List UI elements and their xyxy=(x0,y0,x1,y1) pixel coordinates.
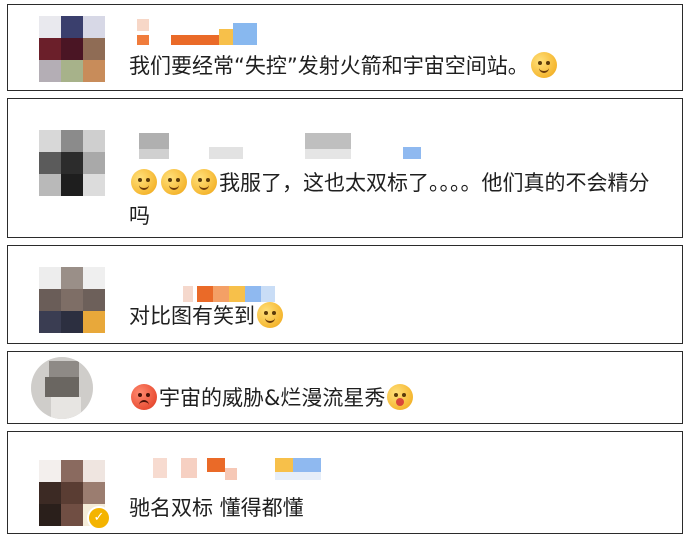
comment-body: 我们要经常“失控”发射火箭和宇宙空间站。 xyxy=(129,54,529,78)
avatar[interactable] xyxy=(39,16,105,82)
username-pixelated[interactable] xyxy=(137,19,277,47)
comment-body: 宇宙的威胁&烂漫流星秀 xyxy=(159,386,386,410)
comment-text: 宇宙的威胁&烂漫流星秀 xyxy=(129,382,662,415)
comment-body: 对比图有笑到 xyxy=(129,304,255,328)
comment-body: 驰名双标 懂得都懂 xyxy=(129,496,304,520)
yummy-emoji xyxy=(257,302,283,328)
comment-text: 我服了，这也太双标了。。。。他们真的不会精分吗 xyxy=(129,167,662,233)
comment-card: 对比图有笑到 xyxy=(7,245,683,344)
avatar[interactable] xyxy=(39,267,105,333)
verified-badge-icon: ✓ xyxy=(87,506,111,530)
avatar[interactable] xyxy=(31,357,93,419)
comment-text: 对比图有笑到 xyxy=(129,300,662,333)
shy-blush-emoji xyxy=(530,52,557,78)
comment-text: 我们要经常“失控”发射火箭和宇宙空间站。 xyxy=(129,50,662,83)
hungry-emoji xyxy=(387,384,414,410)
comment-card: ✓ 驰名双标 懂得都懂 xyxy=(7,431,683,534)
comment-card: 我们要经常“失控”发射火箭和宇宙空间站。 xyxy=(7,4,683,91)
angry-emoji xyxy=(131,384,157,410)
username-pixelated[interactable] xyxy=(153,458,333,482)
comment-text: 驰名双标 懂得都懂 xyxy=(129,492,662,525)
username-pixelated[interactable] xyxy=(183,282,293,302)
avatar[interactable] xyxy=(39,130,105,196)
laugh-cry-emoji xyxy=(131,169,157,195)
username-pixelated[interactable] xyxy=(139,133,429,161)
comment-card: 我服了，这也太双标了。。。。他们真的不会精分吗 xyxy=(7,98,683,238)
laugh-cry-emoji xyxy=(191,169,217,195)
laugh-cry-emoji xyxy=(161,169,187,195)
comment-card: 宇宙的威胁&烂漫流星秀 xyxy=(7,351,683,424)
